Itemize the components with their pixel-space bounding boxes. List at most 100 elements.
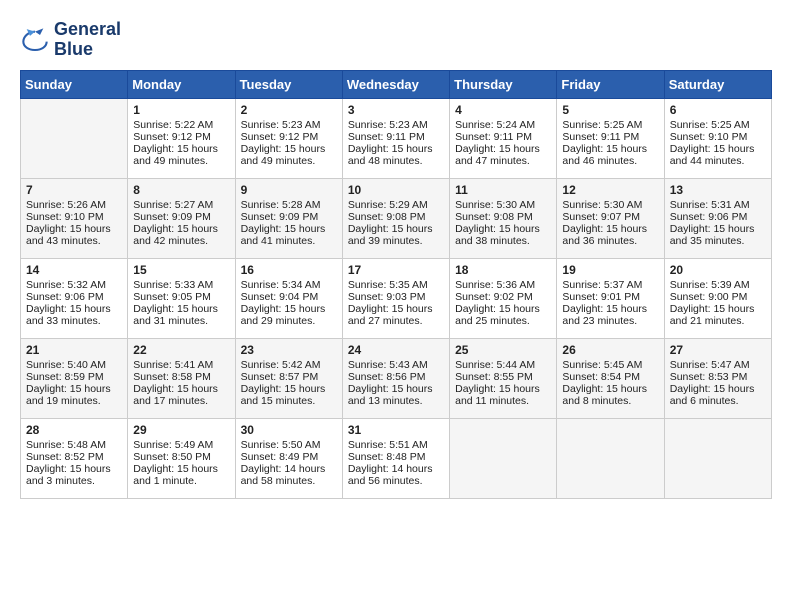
- sunrise-text: Sunrise: 5:26 AM: [26, 199, 106, 211]
- logo-text: General Blue: [54, 20, 121, 60]
- sunrise-text: Sunrise: 5:42 AM: [241, 359, 321, 371]
- day-number: 12: [562, 183, 658, 197]
- calendar-cell: 1Sunrise: 5:22 AMSunset: 9:12 PMDaylight…: [128, 98, 235, 178]
- sunrise-text: Sunrise: 5:30 AM: [455, 199, 535, 211]
- day-number: 31: [348, 423, 444, 437]
- day-number: 24: [348, 343, 444, 357]
- daylight-text: Daylight: 15 hours and 31 minutes.: [133, 303, 218, 327]
- sunset-text: Sunset: 8:57 PM: [241, 371, 319, 383]
- sunrise-text: Sunrise: 5:25 AM: [562, 119, 642, 131]
- sunset-text: Sunset: 9:10 PM: [670, 131, 748, 143]
- daylight-text: Daylight: 15 hours and 23 minutes.: [562, 303, 647, 327]
- calendar-cell: 6Sunrise: 5:25 AMSunset: 9:10 PMDaylight…: [664, 98, 771, 178]
- calendar-cell: 31 Sunrise: 5:51 AMSunset: 8:48 PMDayligh…: [342, 418, 449, 498]
- daylight-text: Daylight: 15 hours and 38 minutes.: [455, 223, 540, 247]
- calendar-cell: 22Sunrise: 5:41 AMSunset: 8:58 PMDayligh…: [128, 338, 235, 418]
- daylight-text: Daylight: 15 hours and 17 minutes.: [133, 383, 218, 407]
- col-header-saturday: Saturday: [664, 70, 771, 98]
- calendar-cell: 9 Sunrise: 5:28 AMSunset: 9:09 PMDaylight…: [235, 178, 342, 258]
- sunrise-text: Sunrise: 5:31 AM: [670, 199, 750, 211]
- daylight-text: Daylight: 15 hours and 19 minutes.: [26, 383, 111, 407]
- sunset-text: Sunset: 9:07 PM: [562, 211, 640, 223]
- calendar-cell: 28Sunrise: 5:48 AMSunset: 8:52 PMDayligh…: [21, 418, 128, 498]
- calendar-cell: 4Sunrise: 5:24 AMSunset: 9:11 PMDaylight…: [450, 98, 557, 178]
- sunrise-text: Sunrise: 5:37 AM: [562, 279, 642, 291]
- calendar-cell: 11Sunrise: 5:30 AMSunset: 9:08 PMDayligh…: [450, 178, 557, 258]
- calendar-cell: 14Sunrise: 5:32 AMSunset: 9:06 PMDayligh…: [21, 258, 128, 338]
- day-number: 14: [26, 263, 122, 277]
- calendar-cell: [450, 418, 557, 498]
- daylight-text: Daylight: 15 hours and 46 minutes.: [562, 143, 647, 167]
- calendar-week-row: 21Sunrise: 5:40 AMSunset: 8:59 PMDayligh…: [21, 338, 772, 418]
- sunrise-text: Sunrise: 5:51 AM: [348, 439, 428, 451]
- sunrise-text: Sunrise: 5:24 AM: [455, 119, 535, 131]
- daylight-text: Daylight: 15 hours and 41 minutes.: [241, 223, 326, 247]
- day-number: 25: [455, 343, 551, 357]
- daylight-text: Daylight: 15 hours and 39 minutes.: [348, 223, 433, 247]
- sunset-text: Sunset: 9:09 PM: [241, 211, 319, 223]
- sunrise-text: Sunrise: 5:33 AM: [133, 279, 213, 291]
- sunrise-text: Sunrise: 5:23 AM: [348, 119, 428, 131]
- day-number: 4: [455, 103, 551, 117]
- sunset-text: Sunset: 9:12 PM: [241, 131, 319, 143]
- daylight-text: Daylight: 14 hours and 58 minutes.: [241, 463, 326, 487]
- daylight-text: Daylight: 14 hours and 56 minutes.: [348, 463, 433, 487]
- page-header: General Blue: [20, 20, 772, 60]
- sunset-text: Sunset: 9:12 PM: [133, 131, 211, 143]
- day-number: 19: [562, 263, 658, 277]
- day-number: 29: [133, 423, 229, 437]
- sunset-text: Sunset: 8:49 PM: [241, 451, 319, 463]
- sunset-text: Sunset: 8:52 PM: [26, 451, 104, 463]
- sunset-text: Sunset: 9:09 PM: [133, 211, 211, 223]
- daylight-text: Daylight: 15 hours and 36 minutes.: [562, 223, 647, 247]
- day-number: 15: [133, 263, 229, 277]
- calendar-table: SundayMondayTuesdayWednesdayThursdayFrid…: [20, 70, 772, 499]
- day-number: 21: [26, 343, 122, 357]
- day-number: 20: [670, 263, 766, 277]
- sunset-text: Sunset: 8:54 PM: [562, 371, 640, 383]
- calendar-cell: 29Sunrise: 5:49 AMSunset: 8:50 PMDayligh…: [128, 418, 235, 498]
- sunrise-text: Sunrise: 5:50 AM: [241, 439, 321, 451]
- day-number: 5: [562, 103, 658, 117]
- day-number: 23: [241, 343, 337, 357]
- sunrise-text: Sunrise: 5:44 AM: [455, 359, 535, 371]
- sunrise-text: Sunrise: 5:29 AM: [348, 199, 428, 211]
- calendar-cell: 18Sunrise: 5:36 AMSunset: 9:02 PMDayligh…: [450, 258, 557, 338]
- calendar-week-row: 14Sunrise: 5:32 AMSunset: 9:06 PMDayligh…: [21, 258, 772, 338]
- day-number: 3: [348, 103, 444, 117]
- logo: General Blue: [20, 20, 121, 60]
- sunset-text: Sunset: 9:04 PM: [241, 291, 319, 303]
- sunset-text: Sunset: 9:00 PM: [670, 291, 748, 303]
- col-header-friday: Friday: [557, 70, 664, 98]
- sunrise-text: Sunrise: 5:28 AM: [241, 199, 321, 211]
- sunrise-text: Sunrise: 5:22 AM: [133, 119, 213, 131]
- day-number: 9: [241, 183, 337, 197]
- calendar-cell: 27Sunrise: 5:47 AMSunset: 8:53 PMDayligh…: [664, 338, 771, 418]
- daylight-text: Daylight: 15 hours and 49 minutes.: [133, 143, 218, 167]
- day-number: 13: [670, 183, 766, 197]
- calendar-cell: 17Sunrise: 5:35 AMSunset: 9:03 PMDayligh…: [342, 258, 449, 338]
- sunrise-text: Sunrise: 5:48 AM: [26, 439, 106, 451]
- calendar-cell: 23Sunrise: 5:42 AMSunset: 8:57 PMDayligh…: [235, 338, 342, 418]
- calendar-cell: 21Sunrise: 5:40 AMSunset: 8:59 PMDayligh…: [21, 338, 128, 418]
- sunrise-text: Sunrise: 5:47 AM: [670, 359, 750, 371]
- calendar-cell: 15Sunrise: 5:33 AMSunset: 9:05 PMDayligh…: [128, 258, 235, 338]
- logo-icon: [20, 25, 50, 55]
- calendar-cell: 25Sunrise: 5:44 AMSunset: 8:55 PMDayligh…: [450, 338, 557, 418]
- calendar-week-row: 1Sunrise: 5:22 AMSunset: 9:12 PMDaylight…: [21, 98, 772, 178]
- sunset-text: Sunset: 8:48 PM: [348, 451, 426, 463]
- sunrise-text: Sunrise: 5:39 AM: [670, 279, 750, 291]
- daylight-text: Daylight: 15 hours and 29 minutes.: [241, 303, 326, 327]
- sunset-text: Sunset: 9:11 PM: [455, 131, 532, 143]
- sunrise-text: Sunrise: 5:36 AM: [455, 279, 535, 291]
- sunrise-text: Sunrise: 5:41 AM: [133, 359, 213, 371]
- calendar-cell: 20Sunrise: 5:39 AMSunset: 9:00 PMDayligh…: [664, 258, 771, 338]
- sunrise-text: Sunrise: 5:35 AM: [348, 279, 428, 291]
- daylight-text: Daylight: 15 hours and 3 minutes.: [26, 463, 111, 487]
- sunset-text: Sunset: 8:55 PM: [455, 371, 533, 383]
- sunset-text: Sunset: 9:08 PM: [455, 211, 533, 223]
- daylight-text: Daylight: 15 hours and 43 minutes.: [26, 223, 111, 247]
- daylight-text: Daylight: 15 hours and 42 minutes.: [133, 223, 218, 247]
- sunrise-text: Sunrise: 5:40 AM: [26, 359, 106, 371]
- calendar-cell: 24Sunrise: 5:43 AMSunset: 8:56 PMDayligh…: [342, 338, 449, 418]
